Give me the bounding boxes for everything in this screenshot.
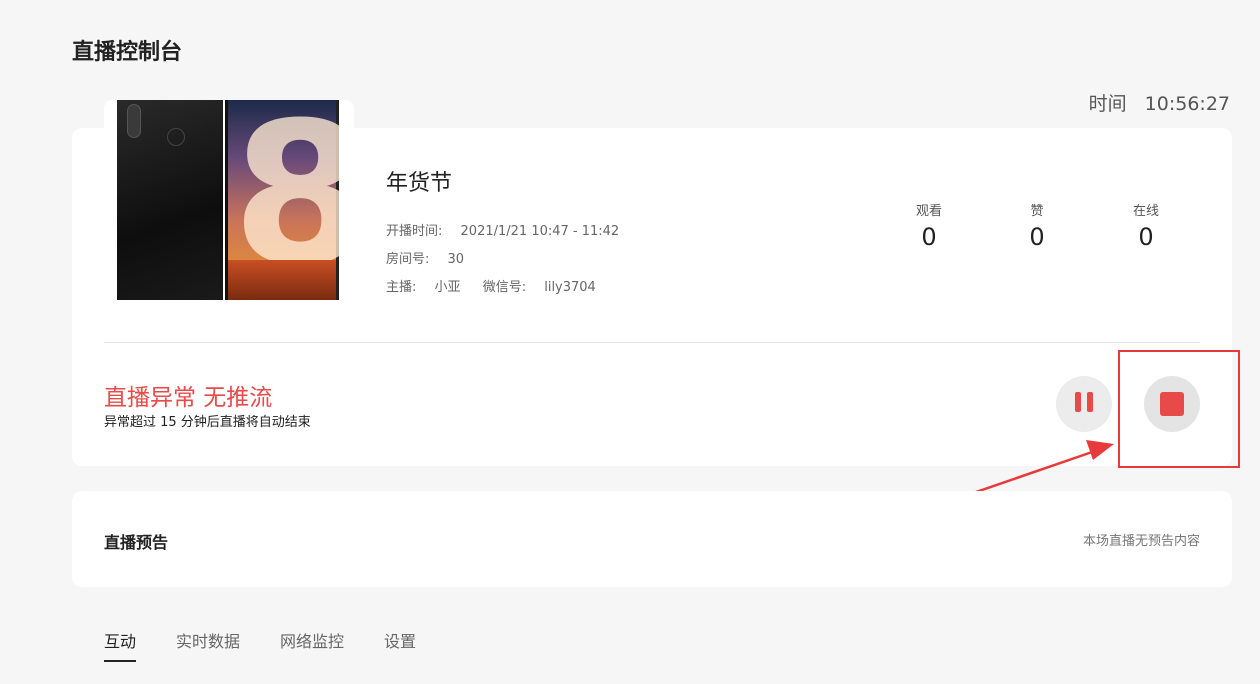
- preview-title: 直播预告: [104, 533, 169, 552]
- preview-empty-text: 本场直播无预告内容: [1082, 534, 1200, 549]
- preview-card: [72, 491, 1232, 587]
- tab-settings[interactable]: 设置: [384, 628, 416, 662]
- tab-interaction[interactable]: 互动: [104, 628, 137, 662]
- tab-network-monitor[interactable]: 网络监控: [280, 628, 344, 662]
- tab-bar: 互动 实时数据 网络监控 设置: [104, 628, 416, 662]
- tab-realtime-data[interactable]: 实时数据: [176, 628, 240, 662]
